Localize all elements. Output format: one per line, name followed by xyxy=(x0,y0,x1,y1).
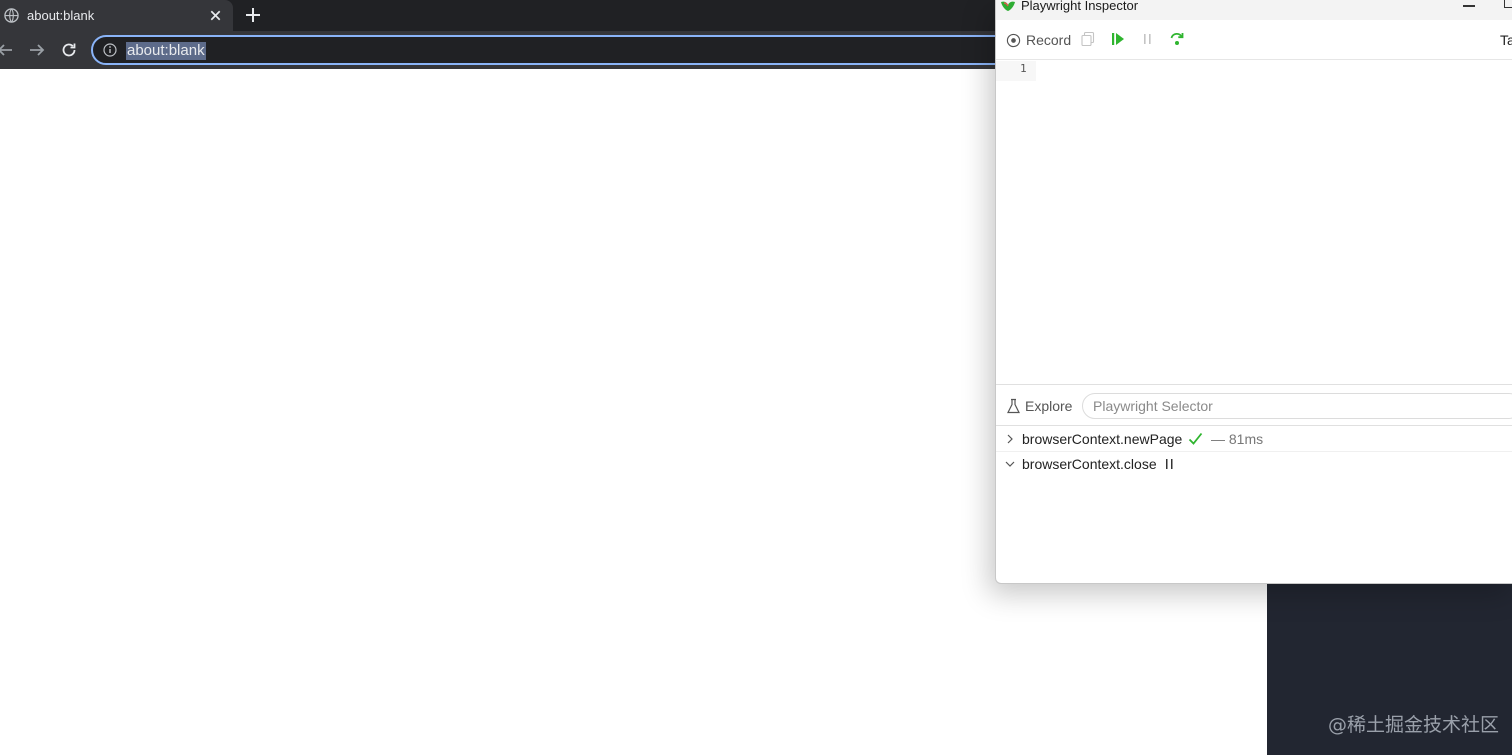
pause-icon xyxy=(1166,459,1173,469)
record-icon xyxy=(1006,33,1021,47)
watermark-text: @稀土掘金技术社区 xyxy=(1328,714,1500,736)
record-label: Record xyxy=(1026,32,1072,48)
target-selector-label[interactable]: Ta xyxy=(1500,32,1512,48)
call-log-item[interactable]: browserContext.close xyxy=(996,452,1512,477)
record-button[interactable]: Record xyxy=(1006,31,1071,49)
tab-title: about:blank xyxy=(27,8,95,23)
checkmark-icon xyxy=(1188,432,1203,445)
new-tab-icon[interactable] xyxy=(244,6,262,24)
address-text[interactable]: about:blank xyxy=(126,42,206,60)
resume-icon[interactable] xyxy=(1110,31,1126,47)
reload-icon[interactable] xyxy=(60,41,78,59)
explore-button[interactable]: Explore xyxy=(1006,397,1072,415)
browser-tab-active[interactable]: about:blank xyxy=(0,0,233,31)
call-log-item[interactable]: browserContext.newPage — 81ms xyxy=(996,427,1512,452)
explore-bar: Explore xyxy=(996,384,1512,426)
info-icon[interactable] xyxy=(103,43,117,57)
address-bar[interactable]: about:blank xyxy=(91,35,1091,65)
back-arrow-icon[interactable] xyxy=(0,41,14,59)
minimize-icon[interactable] xyxy=(1463,5,1475,7)
inspector-toolbar: Record Ta xyxy=(996,20,1512,60)
line-gutter: 1 xyxy=(996,61,1036,81)
call-log-duration: — 81ms xyxy=(1211,431,1264,447)
chevron-right-icon[interactable] xyxy=(1005,434,1015,444)
inspector-title: Playwright Inspector xyxy=(1021,0,1139,13)
line-number: 1 xyxy=(1020,62,1027,75)
forward-arrow-icon[interactable] xyxy=(28,41,46,59)
pause-icon[interactable] xyxy=(1140,31,1156,47)
copy-icon[interactable] xyxy=(1080,31,1096,47)
explore-label: Explore xyxy=(1025,398,1073,414)
chevron-down-icon[interactable] xyxy=(1005,459,1015,469)
globe-icon xyxy=(4,8,19,23)
code-editor[interactable]: 1 xyxy=(996,61,1512,384)
flask-icon xyxy=(1007,398,1020,414)
maximize-icon[interactable] xyxy=(1504,0,1512,8)
playwright-inspector-window: Playwright Inspector Record T 1 Explore … xyxy=(995,0,1512,584)
call-log-title: browserContext.close xyxy=(1022,456,1157,472)
close-icon[interactable] xyxy=(208,8,223,23)
step-over-icon[interactable] xyxy=(1169,31,1185,47)
playwright-logo-icon xyxy=(1001,1,1015,11)
call-log: browserContext.newPage — 81ms browserCon… xyxy=(996,427,1512,583)
selector-input[interactable] xyxy=(1082,393,1512,419)
inspector-titlebar[interactable]: Playwright Inspector xyxy=(996,0,1512,20)
call-log-title: browserContext.newPage xyxy=(1022,431,1183,447)
